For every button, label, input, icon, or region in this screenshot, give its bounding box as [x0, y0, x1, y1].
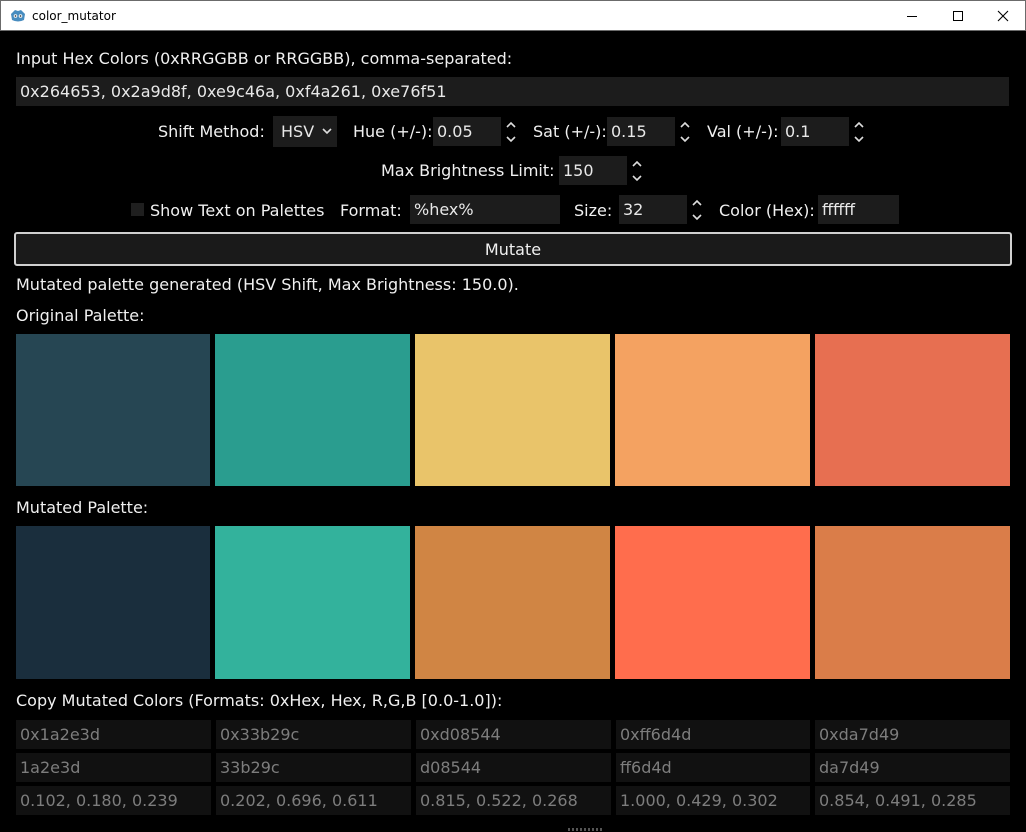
maximize-icon: [953, 11, 963, 21]
close-button[interactable]: [980, 1, 1026, 31]
val-label: Val (+/-):: [707, 122, 779, 141]
mutated-swatch: [16, 526, 210, 679]
resize-grip[interactable]: [568, 828, 602, 831]
godot-app-icon: [11, 10, 25, 22]
max-brightness-spinner-arrows[interactable]: [630, 156, 644, 186]
title-bar: color_mutator: [0, 0, 1026, 31]
copy-rgb-field[interactable]: 1.000, 0.429, 0.302: [616, 786, 810, 815]
copy-rgb-field[interactable]: 0.815, 0.522, 0.268: [416, 786, 611, 815]
copy-hex-field[interactable]: 33b29c: [216, 753, 411, 782]
show-text-checkbox[interactable]: [131, 203, 144, 216]
shift-method-value: HSV: [281, 122, 315, 141]
copy-hex-field[interactable]: da7d49: [815, 753, 1010, 782]
max-brightness-spinbox[interactable]: 150: [559, 156, 627, 185]
input-colors-label: Input Hex Colors (0xRRGGBB or RRGGBB), c…: [16, 49, 513, 68]
max-brightness-label: Max Brightness Limit:: [381, 161, 555, 180]
copy-0xhex-field[interactable]: 0x1a2e3d: [16, 720, 211, 749]
hue-spinbox[interactable]: 0.05: [433, 117, 501, 146]
size-spinbox[interactable]: 32: [619, 195, 687, 224]
original-swatch: [815, 334, 1010, 486]
format-label: Format:: [340, 201, 402, 220]
original-swatch: [215, 334, 410, 486]
hue-spinner-arrows[interactable]: [504, 117, 518, 147]
show-text-label: Show Text on Palettes: [150, 201, 325, 220]
copy-0xhex-field[interactable]: 0xff6d4d: [616, 720, 810, 749]
original-swatch: [615, 334, 810, 486]
sat-spinbox[interactable]: 0.15: [607, 117, 675, 146]
mutated-swatch: [415, 526, 610, 679]
size-spinner-arrows[interactable]: [690, 195, 704, 225]
copy-hex-field[interactable]: ff6d4d: [616, 753, 810, 782]
text-color-label: Color (Hex):: [719, 201, 815, 220]
shift-method-label: Shift Method:: [158, 122, 265, 141]
copy-rgb-field[interactable]: 0.854, 0.491, 0.285: [815, 786, 1010, 815]
val-spinner-arrows[interactable]: [852, 117, 866, 147]
close-icon: [997, 10, 1009, 22]
text-color-field[interactable]: ffffff: [818, 195, 899, 224]
mutated-swatch: [815, 526, 1010, 679]
sat-spinner-arrows[interactable]: [678, 117, 692, 147]
sat-label: Sat (+/-):: [533, 122, 607, 141]
input-colors-field[interactable]: 0x264653, 0x2a9d8f, 0xe9c46a, 0xf4a261, …: [16, 77, 1009, 106]
status-text: Mutated palette generated (HSV Shift, Ma…: [16, 275, 519, 294]
format-field[interactable]: %hex%: [410, 195, 560, 224]
window-title: color_mutator: [32, 9, 116, 23]
mutated-palette-label: Mutated Palette:: [16, 498, 149, 517]
val-spinbox[interactable]: 0.1: [781, 117, 849, 146]
mutated-swatch: [615, 526, 810, 679]
minimize-button[interactable]: [889, 1, 935, 31]
copy-0xhex-field[interactable]: 0x33b29c: [216, 720, 411, 749]
copy-0xhex-field[interactable]: 0xd08544: [416, 720, 611, 749]
copy-rgb-field[interactable]: 0.102, 0.180, 0.239: [16, 786, 211, 815]
mutated-swatch: [215, 526, 410, 679]
copy-hex-field[interactable]: d08544: [416, 753, 611, 782]
chevron-down-icon: [322, 128, 332, 135]
mutate-button[interactable]: Mutate: [14, 232, 1012, 266]
copy-rgb-field[interactable]: 0.202, 0.696, 0.611: [216, 786, 411, 815]
original-swatch: [415, 334, 610, 486]
size-label: Size:: [574, 201, 613, 220]
copy-0xhex-field[interactable]: 0xda7d49: [815, 720, 1010, 749]
original-palette-label: Original Palette:: [16, 306, 145, 325]
maximize-button[interactable]: [935, 1, 981, 31]
minimize-icon: [907, 16, 917, 17]
hue-label: Hue (+/-):: [353, 122, 433, 141]
copy-colors-label: Copy Mutated Colors (Formats: 0xHex, Hex…: [16, 691, 503, 710]
shift-method-select[interactable]: HSV: [273, 116, 337, 147]
original-swatch: [16, 334, 210, 486]
copy-hex-field[interactable]: 1a2e3d: [16, 753, 211, 782]
